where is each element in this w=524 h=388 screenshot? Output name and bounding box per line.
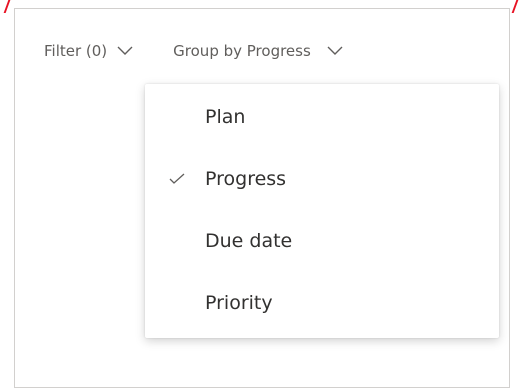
- group-by-button[interactable]: Group by Progress: [173, 42, 343, 60]
- menu-item-priority[interactable]: Priority: [145, 272, 499, 334]
- checkmark-icon: [169, 172, 187, 186]
- menu-item-label: Due date: [205, 230, 293, 252]
- annotation-mark-left: [3, 0, 11, 13]
- annotation-mark-right: [511, 0, 519, 13]
- menu-item-due-date[interactable]: Due date: [145, 210, 499, 272]
- menu-item-label: Priority: [205, 292, 273, 314]
- board-toolbar: Filter (0) Group by Progress: [44, 38, 343, 64]
- filter-label: Filter (0): [44, 42, 108, 60]
- menu-item-progress[interactable]: Progress: [145, 148, 499, 210]
- filter-button[interactable]: Filter (0): [44, 42, 133, 60]
- chevron-down-icon: [327, 46, 343, 56]
- group-by-label: Group by Progress: [173, 42, 311, 60]
- menu-item-label: Plan: [205, 106, 246, 128]
- chevron-down-icon: [117, 46, 133, 56]
- group-by-menu: Plan Progress Due date Priority: [145, 84, 499, 338]
- menu-item-plan[interactable]: Plan: [145, 86, 499, 148]
- menu-item-label: Progress: [205, 168, 287, 190]
